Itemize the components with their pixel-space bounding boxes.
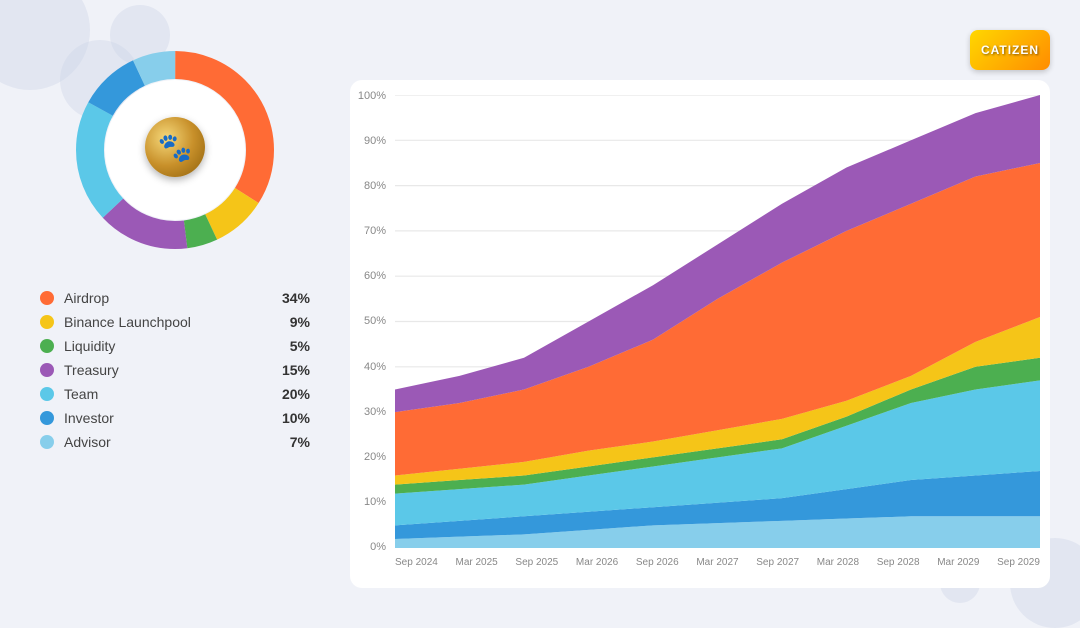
legend-item-airdrop: Airdrop 34% (40, 290, 310, 306)
y-axis-label: 60% (350, 270, 392, 282)
y-axis: 100% 90% 80% 70% 60% 50% 40% 30% 20% 10% 0% (350, 90, 392, 553)
legend-item-team: Team 20% (40, 386, 310, 402)
y-axis-label: 30% (350, 406, 392, 418)
x-axis: Sep 2024 Mar 2025 Sep 2025 Mar 2026 Sep 2026… (395, 553, 1040, 578)
legend-item-treasury: Treasury 15% (40, 362, 310, 378)
y-axis-label: 0% (350, 541, 392, 553)
y-axis-label: 40% (350, 361, 392, 373)
legend-pct: 20% (282, 386, 310, 402)
y-axis-label: 90% (350, 135, 392, 147)
legend-pct: 34% (282, 290, 310, 306)
legend-name: Investor (64, 410, 272, 426)
legend-dot (40, 387, 54, 401)
y-axis-label: 20% (350, 451, 392, 463)
legend-name: Airdrop (64, 290, 272, 306)
legend-pct: 5% (290, 338, 310, 354)
legend-dot (40, 315, 54, 329)
x-axis-label: Mar 2025 (456, 557, 498, 578)
legend-dot (40, 363, 54, 377)
legend-name: Advisor (64, 434, 280, 450)
y-axis-label: 100% (350, 90, 392, 102)
x-axis-label: Mar 2026 (576, 557, 618, 578)
y-axis-label: 50% (350, 315, 392, 327)
area-chart-svg (395, 95, 1040, 548)
legend-dot (40, 411, 54, 425)
donut-chart: 🐾 (65, 40, 285, 260)
legend-dot (40, 291, 54, 305)
x-axis-label: Sep 2025 (515, 557, 558, 578)
x-axis-label: Sep 2024 (395, 557, 438, 578)
donut-center: 🐾 (145, 117, 205, 183)
y-axis-label: 80% (350, 180, 392, 192)
area-chart-wrapper: 100% 90% 80% 70% 60% 50% 40% 30% 20% 10% 0% Sep 20… (350, 80, 1050, 588)
coin-icon: 🐾 (145, 117, 205, 177)
legend-pct: 10% (282, 410, 310, 426)
y-axis-label: 10% (350, 496, 392, 508)
x-axis-label: Sep 2026 (636, 557, 679, 578)
chart-header (350, 30, 1050, 70)
x-axis-label: Mar 2028 (817, 557, 859, 578)
legend-item-binance-launchpool: Binance Launchpool 9% (40, 314, 310, 330)
catizen-logo (970, 30, 1050, 70)
x-axis-label: Mar 2029 (937, 557, 979, 578)
legend-item-advisor: Advisor 7% (40, 434, 310, 450)
y-axis-label: 70% (350, 225, 392, 237)
legend-name: Binance Launchpool (64, 314, 280, 330)
main-layout: 🐾 Airdrop 34% Binance Launchpool 9% Liqu… (0, 0, 1080, 608)
left-panel: 🐾 Airdrop 34% Binance Launchpool 9% Liqu… (30, 30, 320, 588)
legend-name: Liquidity (64, 338, 280, 354)
legend-item-liquidity: Liquidity 5% (40, 338, 310, 354)
legend-pct: 7% (290, 434, 310, 450)
x-axis-label: Sep 2027 (756, 557, 799, 578)
legend-pct: 9% (290, 314, 310, 330)
x-axis-label: Sep 2028 (877, 557, 920, 578)
right-panel: 100% 90% 80% 70% 60% 50% 40% 30% 20% 10% 0% Sep 20… (350, 30, 1050, 588)
x-axis-label: Sep 2029 (997, 557, 1040, 578)
legend-pct: 15% (282, 362, 310, 378)
legend-name: Treasury (64, 362, 272, 378)
legend-dot (40, 339, 54, 353)
x-axis-label: Mar 2027 (696, 557, 738, 578)
legend-name: Team (64, 386, 272, 402)
legend-item-investor: Investor 10% (40, 410, 310, 426)
legend-dot (40, 435, 54, 449)
legend: Airdrop 34% Binance Launchpool 9% Liquid… (30, 290, 320, 458)
